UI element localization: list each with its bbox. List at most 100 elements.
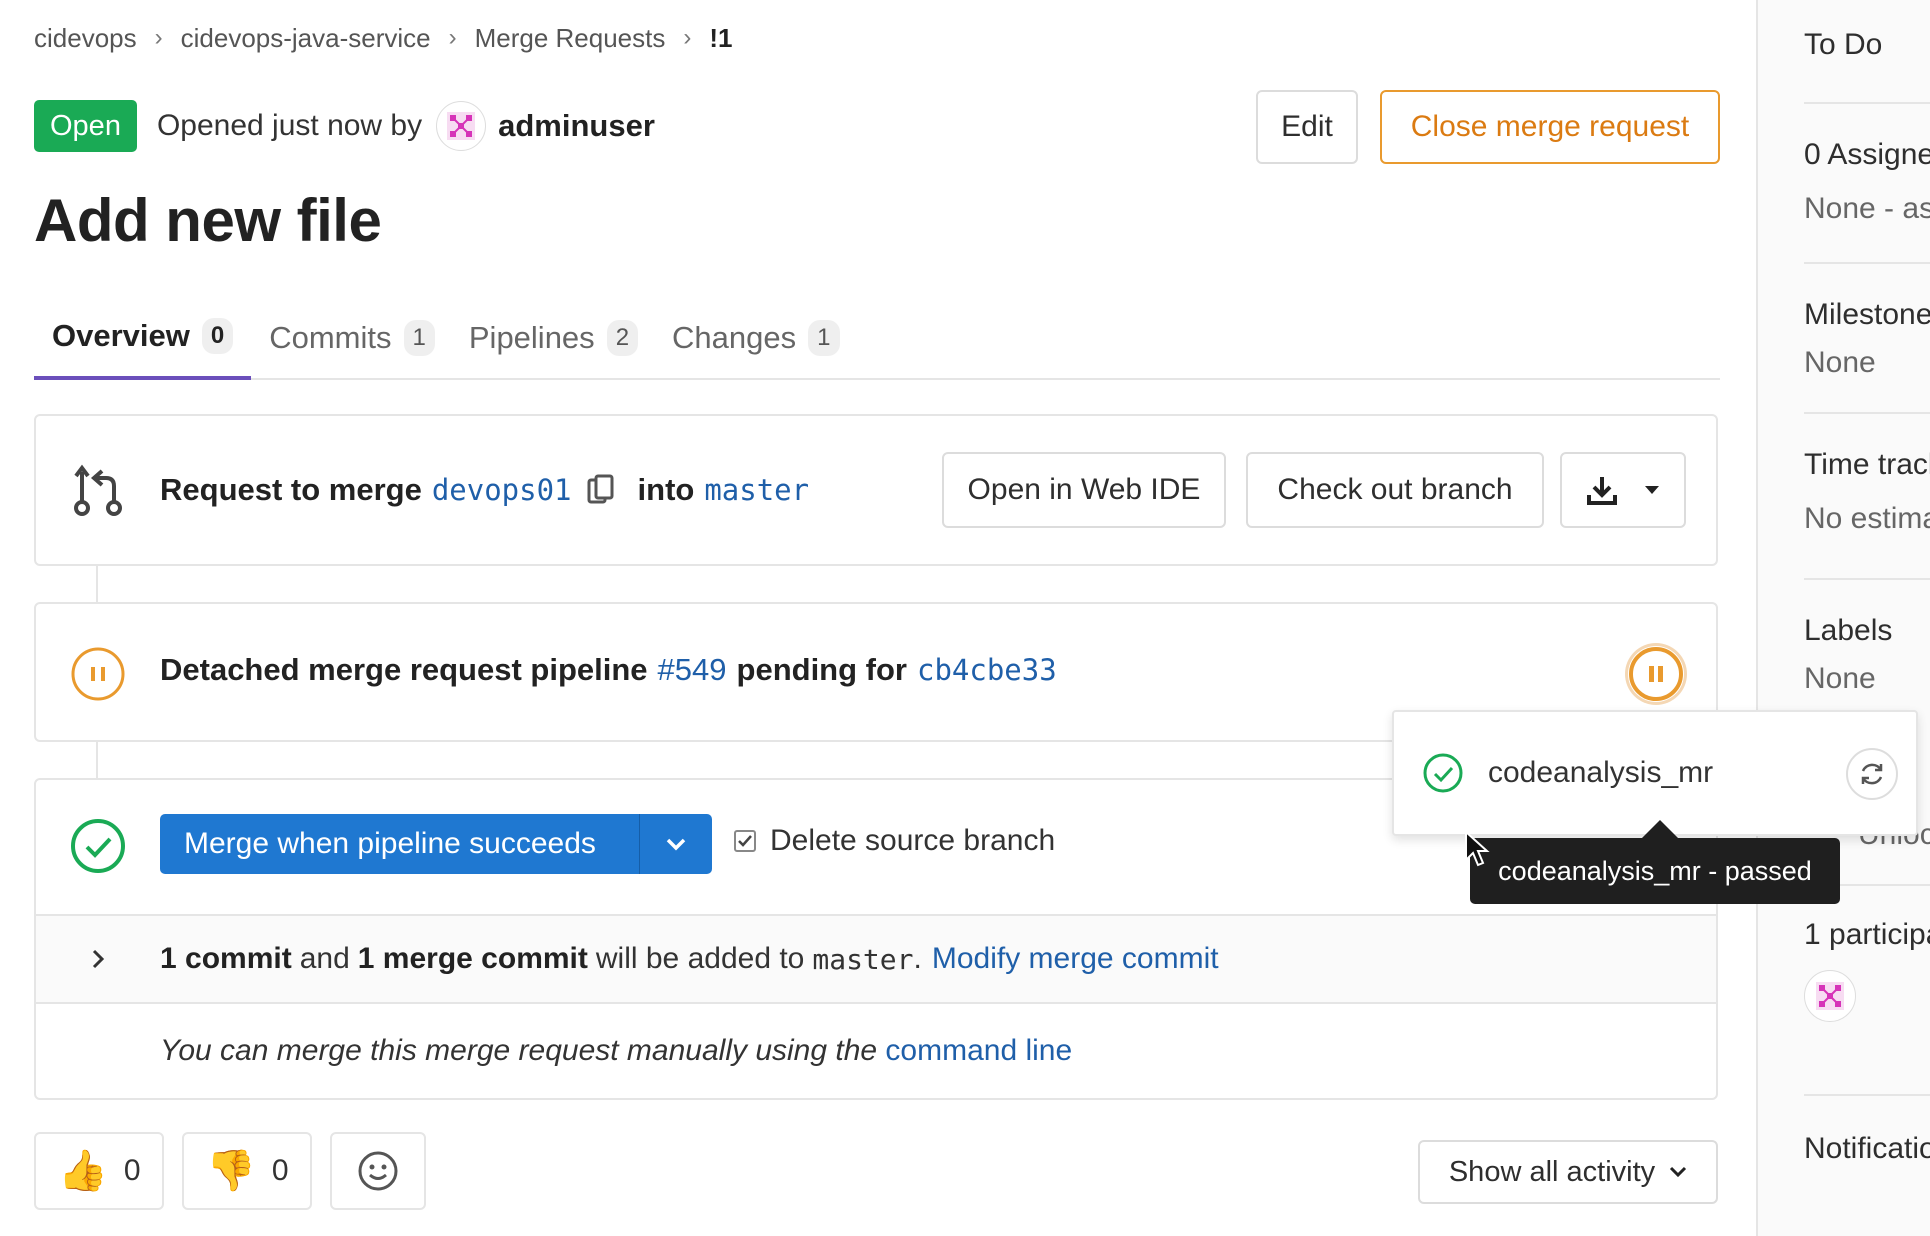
milestone-value: None: [1804, 346, 1876, 379]
tab-count: 1: [808, 320, 840, 356]
period: .: [913, 942, 922, 975]
delete-source-branch-label: Delete source branch: [770, 824, 1056, 857]
delete-source-branch-checkbox[interactable]: [734, 830, 756, 852]
pipeline-description: Detached merge request pipeline #549 pen…: [160, 652, 1067, 688]
merge-description: Request to merge devops01 into master: [160, 472, 823, 508]
tab-label: Commits: [269, 320, 392, 355]
merge-when-pipeline-succeeds-button[interactable]: Merge when pipeline succeeds: [160, 814, 640, 874]
will-be-added-text: will be added to: [595, 942, 805, 975]
chevron-down-icon: [666, 838, 686, 851]
timeline-connector: [96, 742, 98, 778]
merge-options-dropdown[interactable]: [640, 837, 712, 851]
show-all-activity-dropdown[interactable]: Show all activity: [1418, 1140, 1718, 1204]
chevron-right-icon: ›: [683, 24, 692, 51]
thumbsup-icon: 👍: [58, 1149, 108, 1193]
pipeline-stage-pending-icon[interactable]: [1628, 646, 1684, 702]
edit-button[interactable]: Edit: [1256, 90, 1358, 164]
thumbsdown-award-button[interactable]: 👎 0: [182, 1132, 312, 1210]
tooltip-arrow: [1642, 820, 1678, 838]
merge-prefix: Request to merge: [160, 472, 422, 507]
caret-down-icon: [1645, 486, 1659, 494]
tab-label: Overview: [52, 318, 190, 353]
tab-label: Changes: [672, 320, 797, 355]
time-tracking-title: Time tracking: [1804, 448, 1930, 481]
pipeline-prefix: Detached merge request pipeline: [160, 652, 648, 687]
divider: [1804, 102, 1930, 104]
open-web-ide-button[interactable]: Open in Web IDE: [942, 452, 1226, 528]
thumbsdown-count: 0: [271, 1154, 289, 1187]
retry-job-button[interactable]: [1846, 748, 1898, 800]
mr-header: Open Opened just now by adminuser: [34, 100, 655, 152]
add-todo-button[interactable]: To Do: [1804, 28, 1882, 62]
assignee-value[interactable]: None - assign yourself: [1804, 192, 1930, 226]
page-title: Add new file: [34, 187, 382, 254]
participants-title: 1 participant: [1804, 918, 1930, 951]
merge-into: into: [637, 472, 695, 507]
identicon-icon: [1816, 982, 1844, 1010]
chevron-down-icon: [1670, 1166, 1687, 1178]
retry-icon: [1861, 763, 1883, 785]
tab-count: 0: [201, 318, 234, 354]
target-branch-name: master: [812, 942, 914, 976]
opened-text: Opened just now by: [156, 109, 423, 142]
check-out-branch-button[interactable]: Check out branch: [1246, 452, 1544, 528]
pipeline-job-dropdown: codeanalysis_mr: [1392, 710, 1918, 836]
source-branch-link[interactable]: devops01: [432, 473, 572, 507]
author-link[interactable]: adminuser: [498, 108, 655, 144]
tab-count: 2: [606, 320, 639, 356]
target-branch-link[interactable]: master: [704, 473, 809, 507]
mr-tabs: Overview 0 Commits 1 Pipelines 2 Changes…: [34, 296, 1720, 380]
job-success-icon: [1423, 753, 1463, 793]
breadcrumb: cidevops › cidevops-java-service › Merge…: [34, 20, 733, 56]
download-icon: [1587, 477, 1617, 505]
copy-icon[interactable]: [586, 474, 614, 506]
participant-avatar[interactable]: [1804, 970, 1856, 1022]
thumbsup-award-button[interactable]: 👍 0: [34, 1132, 164, 1210]
pipeline-id-link[interactable]: #549: [658, 652, 727, 688]
timeline-connector: [96, 566, 98, 602]
breadcrumb-group[interactable]: cidevops: [34, 23, 137, 54]
checkmark-icon: [738, 835, 752, 847]
milestone-title: Milestone: [1804, 298, 1930, 331]
tab-commits[interactable]: Commits 1: [253, 296, 451, 380]
tab-pipelines[interactable]: Pipelines 2: [453, 296, 654, 380]
delete-source-branch-option[interactable]: Delete source branch: [734, 824, 1055, 858]
activity-filter-label: Show all activity: [1448, 1155, 1656, 1188]
chevron-right-icon[interactable]: [36, 948, 160, 970]
tab-overview[interactable]: Overview 0: [34, 296, 252, 380]
merge-request-icon: [74, 464, 122, 516]
mouse-cursor-icon: [1465, 830, 1490, 867]
thumbsdown-icon: 👎: [206, 1149, 256, 1193]
close-merge-request-button[interactable]: Close merge request: [1380, 90, 1720, 164]
divider: [1804, 412, 1930, 414]
tab-label: Pipelines: [468, 320, 595, 355]
job-link[interactable]: codeanalysis_mr: [1488, 756, 1713, 790]
modify-merge-commit-link[interactable]: Modify merge commit: [932, 942, 1219, 976]
merge-button-group: Merge when pipeline succeeds: [160, 814, 712, 874]
tab-changes[interactable]: Changes 1: [656, 296, 855, 380]
assignee-title: 0 Assignees: [1804, 138, 1930, 171]
breadcrumb-current[interactable]: !1: [709, 23, 732, 54]
manual-merge-hint: You can merge this merge request manuall…: [160, 1034, 1072, 1068]
breadcrumb-merge-requests[interactable]: Merge Requests: [475, 23, 666, 54]
status-badge: Open: [34, 100, 137, 152]
command-line-link[interactable]: command line: [885, 1034, 1072, 1067]
download-dropdown-button[interactable]: [1560, 452, 1686, 528]
add-reaction-button[interactable]: [330, 1132, 426, 1210]
commit-summary-row[interactable]: 1 commit and 1 merge commit will be adde…: [36, 914, 1716, 1004]
commit-sha-link[interactable]: cb4cbe33: [917, 653, 1057, 687]
check-circle-icon: [71, 819, 125, 873]
right-sidebar: To Do 0 Assignees None - assign yourself…: [1756, 0, 1930, 1236]
pipeline-pending-icon[interactable]: [70, 646, 126, 702]
time-tracking-value: No estimate: [1804, 502, 1930, 535]
commit-count: 1 commit: [160, 942, 292, 975]
divider: [1804, 578, 1930, 580]
breadcrumb-project[interactable]: cidevops-java-service: [181, 23, 431, 54]
divider: [1804, 262, 1930, 264]
smiley-icon: [358, 1151, 398, 1191]
labels-value: None: [1804, 662, 1876, 695]
tab-count: 1: [403, 320, 435, 356]
pipeline-mid: pending for: [736, 652, 907, 687]
thumbsup-count: 0: [123, 1154, 141, 1187]
avatar[interactable]: [436, 101, 487, 151]
